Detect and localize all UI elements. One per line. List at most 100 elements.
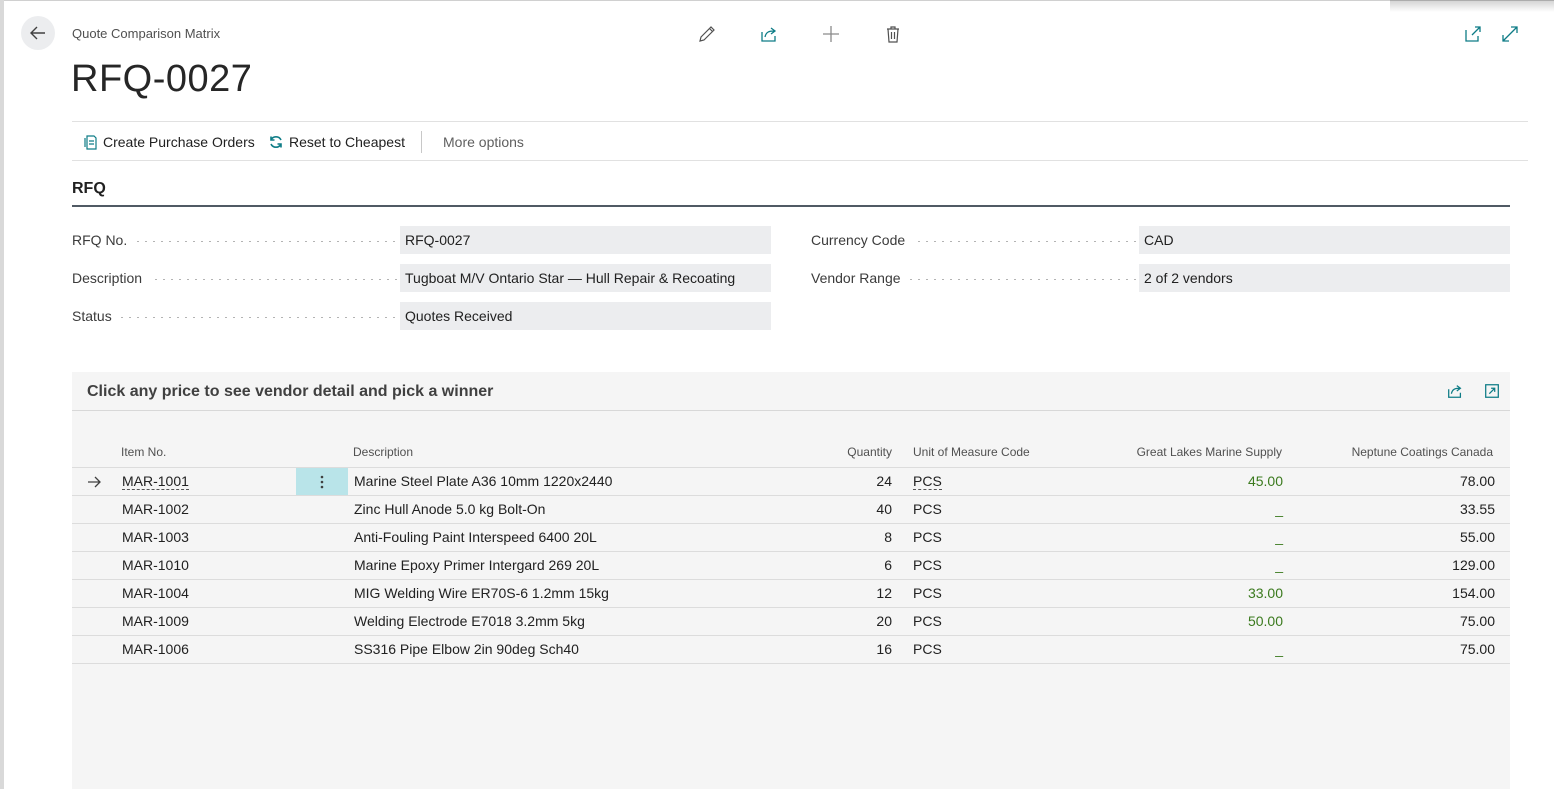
uom-cell[interactable]: PCS xyxy=(913,636,942,663)
vendor1-price-cell[interactable]: _ xyxy=(1082,496,1283,523)
field-currency-code: Currency Code CAD xyxy=(811,226,1511,254)
trash-icon[interactable] xyxy=(883,24,903,44)
vendor2-price-cell[interactable]: 154.00 xyxy=(1294,580,1495,607)
vendor1-price-cell[interactable]: _ xyxy=(1082,524,1283,551)
vendor1-price-cell[interactable]: 50.00 xyxy=(1082,608,1283,635)
item-no-cell[interactable]: MAR-1004 xyxy=(122,580,189,607)
quantity-cell: 16 xyxy=(876,641,892,657)
open-in-window-icon[interactable] xyxy=(1483,382,1501,400)
open-new-window-icon[interactable] xyxy=(1463,24,1483,44)
description-cell: Marine Steel Plate A36 10mm 1220x2440 xyxy=(354,473,613,489)
uom-cell[interactable]: PCS xyxy=(913,473,942,490)
column-header-description[interactable]: Description xyxy=(353,445,413,459)
uom-cell[interactable]: PCS xyxy=(913,552,942,579)
item-no-cell[interactable]: MAR-1009 xyxy=(122,608,189,635)
refresh-icon xyxy=(270,136,282,148)
table-bottom-border xyxy=(72,663,1510,664)
corner-shadow xyxy=(1390,0,1554,12)
plus-icon[interactable] xyxy=(821,24,841,44)
arrow-left-icon xyxy=(30,26,45,40)
quantity-cell: 8 xyxy=(884,529,892,545)
vendor1-price-cell[interactable]: _ xyxy=(1082,636,1283,663)
column-header-uom[interactable]: Unit of Measure Code xyxy=(913,445,1030,459)
column-header-neptune-coatings-canada[interactable]: Neptune Coatings Canada xyxy=(1293,445,1493,459)
table-row[interactable]: MAR-1010 Marine Epoxy Primer Intergard 2… xyxy=(72,551,1510,579)
table-row[interactable]: MAR-1002 Zinc Hull Anode 5.0 kg Bolt-On … xyxy=(72,495,1510,523)
share-icon[interactable] xyxy=(1446,382,1464,400)
action-separator xyxy=(421,131,422,153)
description-cell: Zinc Hull Anode 5.0 kg Bolt-On xyxy=(354,501,546,517)
field-rfq-no: RFQ No. RFQ-0027 xyxy=(72,226,772,254)
vendor1-price-cell[interactable]: 45.00 xyxy=(1082,468,1283,495)
item-no-cell[interactable]: MAR-1006 xyxy=(122,636,189,663)
field-description: Description Tugboat M/V Ontario Star — H… xyxy=(72,264,772,292)
vendor1-price-cell[interactable]: _ xyxy=(1082,552,1283,579)
top-border xyxy=(4,0,1554,1)
arrow-right-icon xyxy=(88,476,101,488)
matrix-caption: Click any price to see vendor detail and… xyxy=(87,383,494,400)
reset-to-cheapest-label: Reset to Cheapest xyxy=(289,134,405,150)
more-options-button[interactable]: More options xyxy=(443,122,524,162)
field-label-currency-code: Currency Code xyxy=(811,232,906,248)
description-cell: Welding Electrode E7018 3.2mm 5kg xyxy=(354,613,585,629)
status-value[interactable]: Quotes Received xyxy=(400,302,771,330)
table-row[interactable]: MAR-1009 Welding Electrode E7018 3.2mm 5… xyxy=(72,607,1510,635)
breadcrumb: Quote Comparison Matrix xyxy=(72,26,221,41)
table-row[interactable]: MAR-1003 Anti-Fouling Paint Interspeed 6… xyxy=(72,523,1510,551)
leader-dots xyxy=(915,241,1137,242)
item-no-cell[interactable]: MAR-1003 xyxy=(122,524,189,551)
pencil-icon[interactable] xyxy=(697,24,717,44)
vendor2-price-cell[interactable]: 129.00 xyxy=(1294,552,1495,579)
row-menu-button[interactable] xyxy=(296,468,348,495)
vendor-range-value[interactable]: 2 of 2 vendors xyxy=(1139,264,1510,292)
quantity-cell: 20 xyxy=(876,613,892,629)
document-stack-icon xyxy=(84,135,97,150)
field-label-status: Status xyxy=(72,308,112,324)
uom-cell[interactable]: PCS xyxy=(913,524,942,551)
uom-cell[interactable]: PCS xyxy=(913,608,942,635)
create-purchase-orders-button[interactable]: Create Purchase Orders xyxy=(82,122,255,162)
vendor2-price-cell[interactable]: 78.00 xyxy=(1294,468,1495,495)
column-header-quantity[interactable]: Quantity xyxy=(792,445,892,459)
item-no-cell[interactable]: MAR-1010 xyxy=(122,552,189,579)
page-title: RFQ-0027 xyxy=(71,58,253,100)
uom-cell[interactable]: PCS xyxy=(913,580,942,607)
left-edge-strip xyxy=(0,0,4,789)
currency-code-value[interactable]: CAD xyxy=(1139,226,1510,254)
table-row[interactable]: MAR-1004 MIG Welding Wire ER70S-6 1.2mm … xyxy=(72,579,1510,607)
expand-icon[interactable] xyxy=(1500,24,1520,44)
column-header-great-lakes-marine-supply[interactable]: Great Lakes Marine Supply xyxy=(1082,445,1282,459)
leader-dots xyxy=(907,279,1137,280)
quantity-cell: 12 xyxy=(876,585,892,601)
quantity-cell: 24 xyxy=(876,473,892,489)
reset-to-cheapest-button[interactable]: Reset to Cheapest xyxy=(268,122,405,162)
vendor2-price-cell[interactable]: 75.00 xyxy=(1294,636,1495,663)
vendor2-price-cell[interactable]: 55.00 xyxy=(1294,524,1495,551)
quote-matrix-panel: Click any price to see vendor detail and… xyxy=(72,372,1510,789)
vendor2-price-cell[interactable]: 33.55 xyxy=(1294,496,1495,523)
uom-cell[interactable]: PCS xyxy=(913,496,942,523)
item-no-cell[interactable]: MAR-1001 xyxy=(122,473,189,490)
description-value[interactable]: Tugboat M/V Ontario Star — Hull Repair &… xyxy=(400,264,771,292)
matrix-header: Click any price to see vendor detail and… xyxy=(72,372,1510,411)
table-row[interactable]: MAR-1001 Marine Steel Plate A36 10mm 122… xyxy=(72,467,1510,495)
description-cell: Anti-Fouling Paint Interspeed 6400 20L xyxy=(354,529,597,545)
vendor1-price-cell[interactable]: 33.00 xyxy=(1082,580,1283,607)
description-cell: SS316 Pipe Elbow 2in 90deg Sch40 xyxy=(354,641,579,657)
vendor2-price-cell[interactable]: 75.00 xyxy=(1294,608,1495,635)
column-header-item-no[interactable]: Item No. xyxy=(121,445,166,459)
action-bar: Create Purchase Orders Reset to Cheapest… xyxy=(72,121,1528,161)
share-icon[interactable] xyxy=(759,24,779,44)
quantity-cell: 40 xyxy=(876,501,892,517)
back-button[interactable] xyxy=(21,16,55,50)
table-row[interactable]: MAR-1006 SS316 Pipe Elbow 2in 90deg Sch4… xyxy=(72,635,1510,663)
field-label-description: Description xyxy=(72,270,143,286)
field-vendor-range: Vendor Range 2 of 2 vendors xyxy=(811,264,1511,292)
section-title-rfq: RFQ xyxy=(72,180,106,197)
quantity-cell: 6 xyxy=(884,557,892,573)
rfq-no-value[interactable]: RFQ-0027 xyxy=(400,226,771,254)
description-cell: Marine Epoxy Primer Intergard 269 20L xyxy=(354,557,600,573)
more-vertical-icon xyxy=(320,475,324,488)
field-label-vendor-range: Vendor Range xyxy=(811,270,901,286)
item-no-cell[interactable]: MAR-1002 xyxy=(122,496,189,523)
